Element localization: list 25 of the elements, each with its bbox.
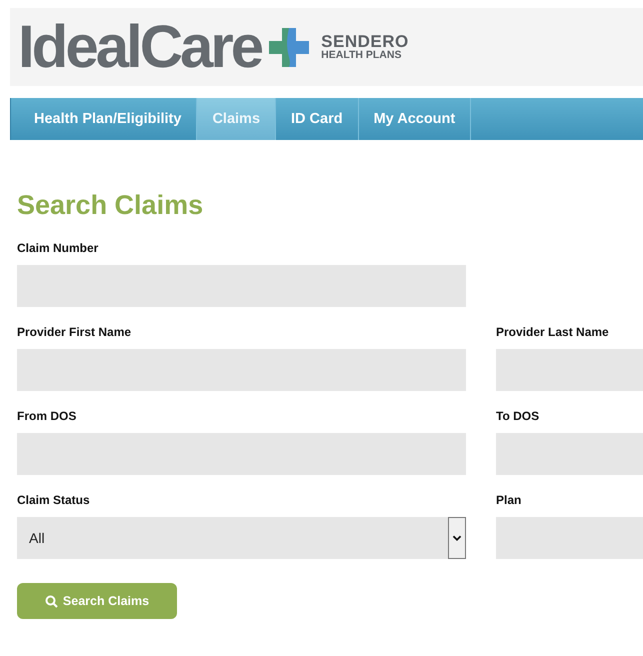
- field-label: Provider First Name: [17, 325, 132, 339]
- field-label: Plan: [496, 493, 522, 507]
- input-field[interactable]: [17, 265, 466, 307]
- input-field[interactable]: [17, 433, 466, 475]
- page-title: Search Claims: [17, 192, 204, 219]
- input-field[interactable]: [496, 349, 643, 391]
- field-label: Claim Number: [17, 241, 100, 255]
- input-field[interactable]: [496, 517, 643, 559]
- search-icon: [44, 594, 58, 608]
- brand-logo: IdealCare: [18, 17, 262, 77]
- nav-tab[interactable]: My Account: [358, 98, 472, 140]
- field-label: From DOS: [17, 409, 78, 423]
- partner-tagline: HEALTH PLANS: [321, 50, 402, 61]
- dropdown-field[interactable]: All: [17, 517, 466, 559]
- field-label: To DOS: [496, 409, 540, 423]
- chevron-down-icon: [448, 517, 466, 559]
- nav-tab[interactable]: Claims: [197, 98, 276, 140]
- nav-tab[interactable]: ID Card: [276, 98, 359, 140]
- input-field[interactable]: [17, 349, 466, 391]
- cross-logo-icon: [269, 27, 310, 67]
- input-field[interactable]: [496, 433, 643, 475]
- partner-name: SENDERO: [321, 33, 409, 50]
- field-label: Claim Status: [17, 493, 91, 507]
- search-button[interactable]: Search Claims: [17, 583, 177, 619]
- field-label: Provider Last Name: [496, 325, 610, 339]
